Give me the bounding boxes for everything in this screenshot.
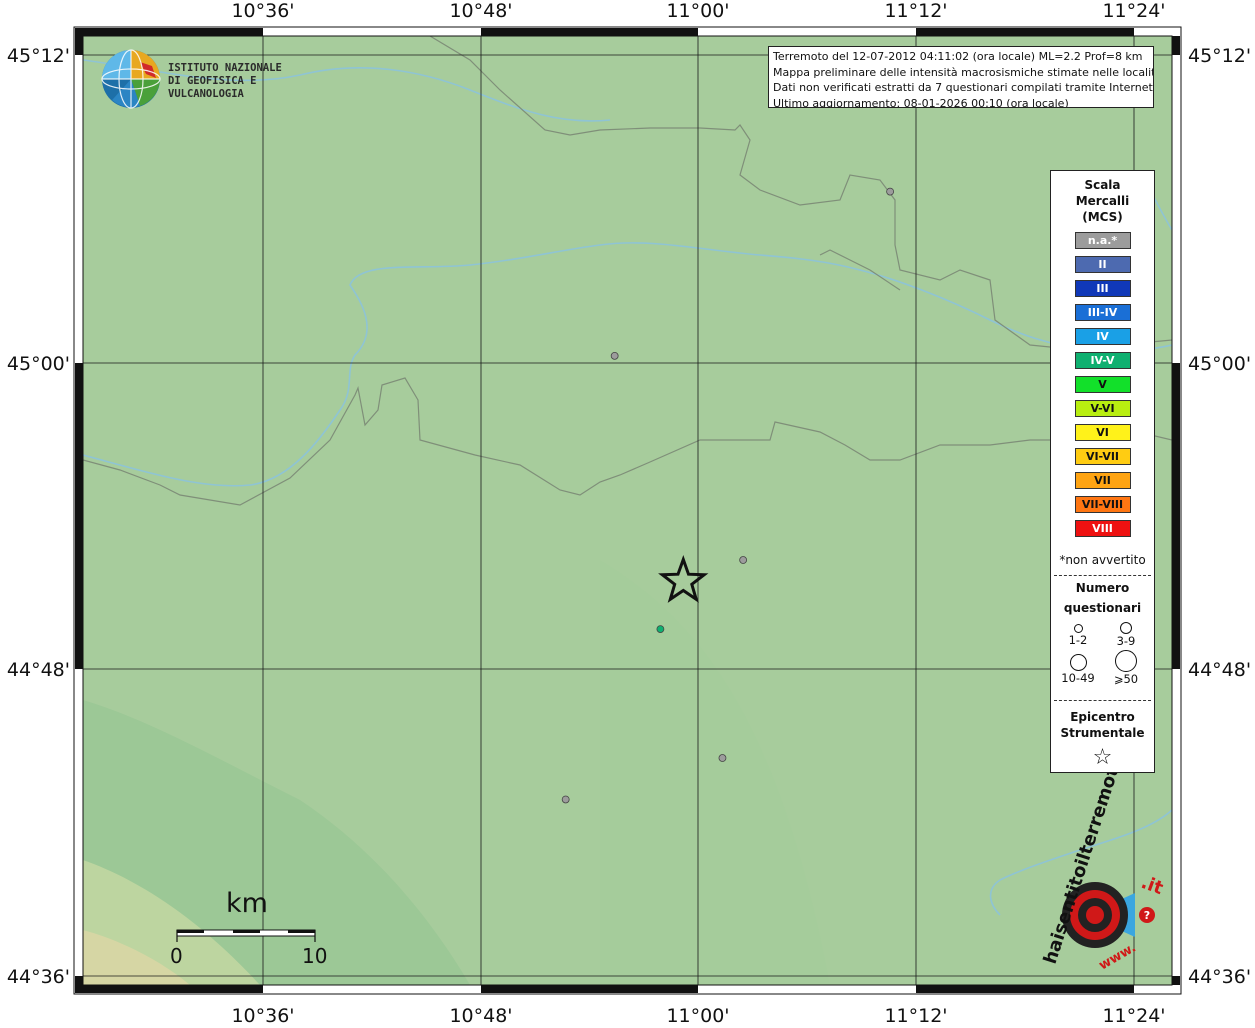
intensity-class-swatch: V-VI — [1074, 400, 1131, 417]
svg-text:?: ? — [1144, 909, 1150, 922]
lat-label: 44°48' — [1188, 659, 1251, 681]
epicenter-title-line: Epicentro — [1070, 710, 1135, 724]
count-class-3-9: 3-9 — [1101, 622, 1151, 648]
lon-labels-top: 10°36' 10°48' 11°00' 11°12' 11°24' — [231, 0, 1165, 22]
count-title-line: questionari — [1063, 601, 1142, 615]
count-class-1-2: 1-2 — [1053, 624, 1103, 647]
intensity-class-swatch: VII — [1074, 472, 1131, 489]
lon-label: 11°12' — [884, 0, 947, 22]
scale-end: 10 — [302, 944, 328, 968]
intensity-class-swatch: VI-VII — [1074, 448, 1131, 465]
intensity-class-swatch: IV-V — [1074, 352, 1131, 369]
lat-label: 45°12' — [7, 45, 70, 67]
count-classes: 1-2 3-9 10-49 ⩾50 — [1051, 622, 1154, 692]
lon-label: 10°48' — [449, 1005, 512, 1024]
ingv-logo: ISTITUTO NAZIONALE DI GEOFISICA E VULCAN… — [100, 48, 320, 110]
intensity-class-swatch: VIII — [1074, 520, 1131, 537]
count-class-50: ⩾50 — [1101, 650, 1151, 686]
intensity-class-swatch: n.a.* — [1074, 232, 1131, 249]
lat-labels-right: 45°12' 45°00' 44°48' 44°36' — [1188, 45, 1251, 988]
intensity-classes: n.a.* II III III-IV IV IV-V V V-VI VI VI-VII VII VI… — [1051, 232, 1154, 537]
lat-label: 45°12' — [1188, 45, 1251, 67]
circle-icon — [1115, 650, 1137, 672]
lat-label: 44°36' — [1188, 966, 1251, 988]
legend-divider — [1054, 700, 1151, 701]
last-update: Ultimo aggiornamento: 08-01-2026 00:10 (… — [773, 96, 1069, 108]
legend-title-line: Scala — [1084, 178, 1121, 192]
event-info-box: Terremoto del 12-07-2012 04:11:02 (ora l… — [768, 46, 1154, 108]
intensity-class-swatch: III — [1074, 280, 1131, 297]
lon-label: 10°48' — [449, 0, 512, 22]
data-note: Dati non verificati estratti da 7 questi… — [773, 81, 1154, 94]
legend-note: *non avvertito — [1059, 553, 1146, 567]
legend-title-line: (MCS) — [1082, 210, 1123, 224]
legend: Scala Mercalli (MCS) n.a.* II III III-IV IV I… — [1050, 170, 1155, 773]
globe-icon — [101, 49, 161, 109]
map-description: Mappa preliminare delle intensità macros… — [773, 65, 1154, 79]
intensity-class-swatch: V — [1074, 376, 1131, 393]
terrain — [83, 36, 1172, 985]
circle-icon — [1120, 622, 1132, 634]
lon-label: 11°00' — [666, 0, 729, 22]
observation-point — [718, 754, 727, 762]
intensity-class-swatch: II — [1074, 256, 1131, 273]
intensity-class-swatch: III-IV — [1074, 304, 1131, 321]
lat-label: 45°00' — [7, 353, 70, 375]
lon-label: 11°00' — [666, 1005, 729, 1024]
count-title: Numero questionari — [1051, 578, 1154, 618]
lat-label: 44°36' — [7, 966, 70, 988]
circle-icon — [1069, 654, 1087, 671]
lat-labels-left: 45°12' 45°00' 44°48' 44°36' — [7, 45, 70, 988]
ingv-line-2: DI GEOFISICA E VULCANOLOGIA — [168, 75, 257, 100]
count-class-label: 1-2 — [1068, 633, 1088, 647]
star-icon: ☆ — [1092, 745, 1113, 770]
observation-point — [561, 795, 570, 804]
intensity-class-swatch: VII-VIII — [1074, 496, 1131, 513]
ingv-line-1: ISTITUTO NAZIONALE — [168, 62, 282, 74]
lon-label: 11°12' — [884, 1005, 947, 1024]
event-title: Terremoto del 12-07-2012 04:11:02 (ora l… — [773, 50, 1143, 63]
lon-label: 11°24' — [1102, 1005, 1165, 1024]
lat-label: 44°48' — [7, 659, 70, 681]
ingv-logo-text: ISTITUTO NAZIONALE DI GEOFISICA E VULCAN… — [168, 62, 320, 101]
lon-label: 10°36' — [231, 1005, 294, 1024]
count-class-label: ⩾50 — [1113, 672, 1139, 686]
legend-title: Scala Mercalli (MCS) — [1051, 177, 1154, 225]
observation-point — [656, 625, 665, 633]
lon-labels-bottom: 10°36' 10°48' 11°00' 11°12' 11°24' — [231, 1005, 1165, 1027]
scale-start: 0 — [170, 944, 183, 968]
lon-label: 11°24' — [1102, 0, 1165, 22]
legend-title-line: Mercalli — [1075, 194, 1130, 208]
scale-unit: km — [226, 888, 268, 919]
epicenter-title-line: Strumentale — [1060, 726, 1145, 740]
observation-point — [610, 351, 619, 360]
intensity-class-swatch: IV — [1074, 328, 1131, 345]
count-class-label: 10-49 — [1061, 671, 1095, 685]
observation-point — [739, 556, 748, 564]
count-class-10-49: 10-49 — [1053, 654, 1103, 685]
observation-point — [886, 187, 895, 196]
legend-divider — [1054, 575, 1151, 576]
epicenter-title: Epicentro Strumentale — [1051, 709, 1154, 741]
count-class-label: 3-9 — [1116, 634, 1136, 648]
intensity-class-swatch: VI — [1074, 424, 1131, 441]
lon-label: 10°36' — [231, 0, 294, 22]
circle-icon — [1073, 624, 1083, 633]
count-title-line: Numero — [1075, 581, 1130, 595]
lat-label: 45°00' — [1188, 353, 1251, 375]
